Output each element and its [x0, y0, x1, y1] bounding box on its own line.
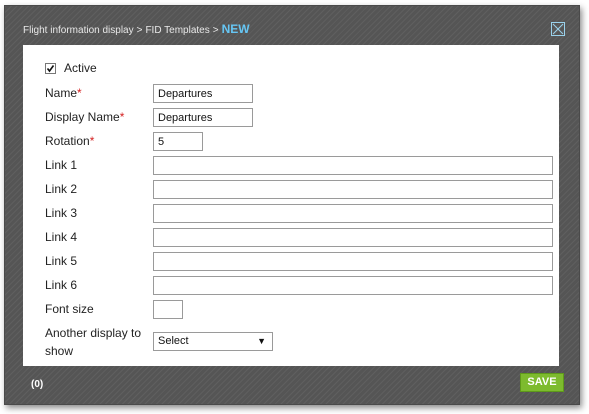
required-mark: * [119, 110, 125, 124]
display-name-input[interactable] [153, 108, 253, 127]
link-3-label: Link 3 [45, 206, 78, 220]
close-button[interactable] [551, 22, 565, 36]
display-name-label: Display Name* [45, 110, 124, 124]
breadcrumb-separator: > [136, 25, 143, 36]
font-size-label: Font size [45, 302, 94, 316]
another-display-label-line2: show [45, 344, 74, 358]
link-1-label: Link 1 [45, 158, 78, 172]
link-6-label: Link 6 [45, 278, 78, 292]
link-5-input[interactable] [153, 252, 553, 271]
required-mark: * [89, 134, 95, 148]
active-checkbox[interactable] [45, 63, 56, 74]
name-input[interactable] [153, 84, 253, 103]
link-3-input[interactable] [153, 204, 553, 223]
required-mark: * [77, 86, 82, 100]
rotation-label: Rotation* [45, 134, 94, 148]
another-display-label-line1: Another display to [45, 326, 142, 340]
breadcrumb-current: NEW [221, 22, 250, 36]
rotation-input[interactable] [153, 132, 203, 151]
checkmark-icon [46, 65, 55, 73]
breadcrumb-item-templates[interactable]: FID Templates [145, 25, 209, 36]
breadcrumb-separator: > [212, 25, 219, 36]
link-6-input[interactable] [153, 276, 553, 295]
breadcrumb: Flight information display > FID Templates… [23, 21, 539, 37]
link-2-input[interactable] [153, 180, 553, 199]
save-button[interactable]: SAVE [520, 373, 564, 392]
name-label: Name* [45, 86, 82, 100]
link-2-label: Link 2 [45, 182, 78, 196]
link-4-input[interactable] [153, 228, 553, 247]
chevron-down-icon: ▼ [257, 336, 266, 346]
record-count: (0) [31, 379, 44, 390]
another-display-select[interactable]: Select ▼ [153, 332, 273, 351]
name-label-text: Name [45, 86, 78, 100]
active-label: Active [64, 61, 97, 75]
rotation-label-text: Rotation [45, 134, 90, 148]
link-4-label: Link 4 [45, 230, 78, 244]
display-name-label-text: Display Name [45, 110, 120, 124]
link-1-input[interactable] [153, 156, 553, 175]
breadcrumb-item-fid[interactable]: Flight information display [23, 25, 134, 36]
link-5-label: Link 5 [45, 254, 78, 268]
dialog: Flight information display > FID Templates… [4, 5, 580, 405]
font-size-input[interactable] [153, 300, 183, 319]
form-panel: Active Name* Display Name* Rotation* Lin… [23, 45, 559, 366]
another-display-selected: Select [158, 335, 189, 347]
close-icon [552, 23, 564, 35]
